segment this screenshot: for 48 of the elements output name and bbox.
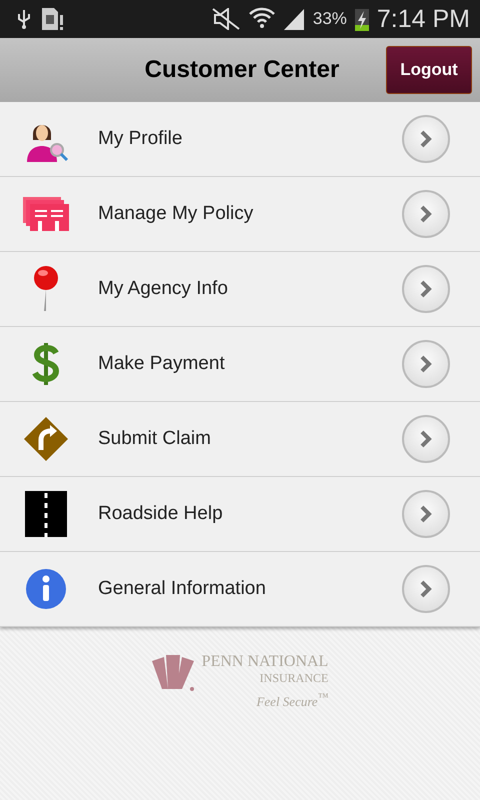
battery-percent: 33%	[312, 9, 347, 29]
chevron-button[interactable]	[402, 565, 450, 613]
menu-label: My Agency Info	[97, 278, 229, 300]
chevron-right-icon	[419, 355, 433, 373]
menu-item[interactable]: Make Payment	[0, 327, 480, 402]
dollar-icon	[31, 341, 61, 387]
chevron-button[interactable]	[402, 115, 450, 163]
info-icon	[25, 568, 67, 610]
logo-icon	[152, 653, 196, 693]
road-icon	[25, 491, 67, 537]
chevron-button[interactable]	[402, 340, 450, 388]
chevron-right-icon	[419, 505, 433, 523]
page-title: Customer Center	[144, 56, 340, 84]
clock: 7:14 PM	[376, 4, 470, 34]
usb-icon	[16, 8, 32, 30]
chevron-right-icon	[419, 130, 433, 148]
documents-icon	[23, 197, 69, 231]
chevron-right-icon	[419, 280, 433, 298]
brand-name: PENN NATIONAL	[202, 653, 328, 671]
signal-icon	[282, 8, 305, 30]
menu-item[interactable]: General Information	[0, 552, 480, 627]
chevron-button[interactable]	[402, 190, 450, 238]
menu-label: Roadside Help	[97, 503, 224, 525]
wifi-icon	[248, 7, 275, 31]
menu-item[interactable]: My Profile	[0, 102, 480, 177]
brand-tagline: Feel Secure$^{™}$	[256, 692, 328, 710]
chevron-button[interactable]	[402, 415, 450, 463]
chevron-right-icon	[419, 430, 433, 448]
menu-item[interactable]: Submit Claim	[0, 402, 480, 477]
map-pin-icon	[31, 265, 61, 313]
mute-icon	[210, 8, 241, 30]
brand-subtitle: INSURANCE	[260, 671, 328, 686]
menu-label: General Information	[97, 578, 267, 600]
battery-charging-icon	[354, 7, 369, 31]
menu-label: Manage My Policy	[97, 203, 254, 225]
chevron-button[interactable]	[402, 265, 450, 313]
logout-button[interactable]: Logout	[386, 46, 472, 94]
chevron-right-icon	[419, 205, 433, 223]
road-sign-icon	[23, 416, 69, 462]
sim-card-icon	[40, 7, 64, 31]
chevron-button[interactable]	[402, 490, 450, 538]
menu-item[interactable]: My Agency Info	[0, 252, 480, 327]
menu-label: Submit Claim	[97, 428, 212, 450]
menu-label: My Profile	[97, 128, 184, 150]
menu-label: Make Payment	[97, 353, 226, 375]
menu-item[interactable]: Manage My Policy	[0, 177, 480, 252]
menu-item[interactable]: Roadside Help	[0, 477, 480, 552]
chevron-right-icon	[419, 580, 433, 598]
